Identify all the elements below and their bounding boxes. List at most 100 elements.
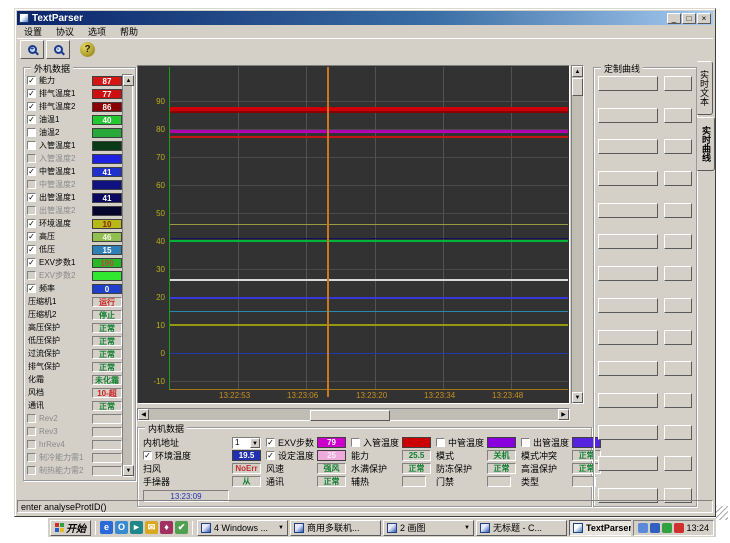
- vscroll-thumb[interactable]: [572, 78, 583, 96]
- signal-checkbox[interactable]: ✓: [27, 258, 36, 267]
- curve-slot-button[interactable]: [598, 393, 658, 408]
- zoom-out-button[interactable]: -: [46, 40, 70, 59]
- indoor-address-dropdown[interactable]: 1▼: [232, 437, 261, 449]
- folder-check-icon[interactable]: ✔: [175, 521, 188, 534]
- curve-slot-button[interactable]: [598, 266, 658, 281]
- indoor-checkbox[interactable]: ✓: [266, 451, 275, 460]
- minimize-button[interactable]: _: [667, 13, 681, 24]
- chart-vertical-scrollbar[interactable]: ▲ ▼: [571, 65, 584, 404]
- help-button[interactable]: ?: [80, 42, 95, 57]
- curve-value-button[interactable]: [664, 393, 692, 408]
- signal-checkbox[interactable]: [27, 271, 36, 280]
- key-icon[interactable]: ♦: [160, 521, 173, 534]
- tab-实时曲线[interactable]: 实时曲线: [697, 117, 715, 171]
- network-icon[interactable]: [650, 523, 660, 533]
- speaker-icon[interactable]: [638, 523, 648, 533]
- signal-checkbox[interactable]: ✓: [27, 219, 36, 228]
- curve-slot-button[interactable]: [598, 298, 658, 313]
- indoor-checkbox[interactable]: [351, 438, 360, 447]
- menu-item-2[interactable]: 协议: [49, 24, 81, 39]
- left-panel-scrollbar[interactable]: ▲ ▼: [122, 74, 133, 477]
- menu-item-3[interactable]: 选项: [81, 24, 113, 39]
- taskbar-button-5[interactable]: TextParser: [569, 520, 631, 536]
- scroll-left-icon[interactable]: ◀: [138, 409, 149, 420]
- chevron-down-icon[interactable]: ▼: [250, 438, 260, 448]
- signal-checkbox[interactable]: ✓: [27, 89, 36, 98]
- signal-checkbox[interactable]: ✓: [27, 193, 36, 202]
- scroll-up-icon[interactable]: ▲: [123, 75, 134, 86]
- signal-checkbox[interactable]: [27, 466, 36, 475]
- curve-value-button[interactable]: [664, 234, 692, 249]
- scroll-right-icon[interactable]: ▶: [558, 409, 569, 420]
- hscroll-thumb[interactable]: [310, 410, 390, 421]
- curve-slot-button[interactable]: [598, 108, 658, 123]
- resize-grip-icon[interactable]: [716, 506, 728, 520]
- signal-checkbox[interactable]: ✓: [27, 167, 36, 176]
- signal-checkbox[interactable]: [27, 141, 36, 150]
- signal-checkbox[interactable]: [27, 427, 36, 436]
- taskbar-button-1[interactable]: 4 Windows ...▼: [197, 520, 288, 536]
- curve-value-button[interactable]: [664, 266, 692, 281]
- signal-checkbox[interactable]: ✓: [27, 232, 36, 241]
- taskbar-button-2[interactable]: 商用多联机...: [290, 520, 381, 536]
- signal-checkbox[interactable]: ✓: [27, 115, 36, 124]
- menu-item-1[interactable]: 设置: [17, 24, 49, 39]
- ie-icon[interactable]: e: [100, 521, 113, 534]
- curve-value-button[interactable]: [664, 171, 692, 186]
- signal-checkbox[interactable]: [27, 414, 36, 423]
- curve-slot-button[interactable]: [598, 330, 658, 345]
- signal-checkbox[interactable]: [27, 440, 36, 449]
- taskbar-button-4[interactable]: 无标题 - C...: [476, 520, 567, 536]
- signal-checkbox[interactable]: [27, 154, 36, 163]
- curve-slot-button[interactable]: [598, 171, 658, 186]
- signal-checkbox[interactable]: [27, 180, 36, 189]
- tab-实时文本[interactable]: 实时文本: [697, 61, 713, 115]
- scroll-up-icon[interactable]: ▲: [572, 66, 583, 77]
- close-button[interactable]: ×: [697, 13, 711, 24]
- curve-value-button[interactable]: [664, 361, 692, 376]
- curve-value-button[interactable]: [664, 456, 692, 471]
- start-button[interactable]: 开始: [50, 520, 91, 536]
- curve-value-button[interactable]: [664, 108, 692, 123]
- signal-checkbox[interactable]: [27, 128, 36, 137]
- curve-value-button[interactable]: [664, 330, 692, 345]
- signal-checkbox[interactable]: ✓: [27, 245, 36, 254]
- curve-slot-button[interactable]: [598, 234, 658, 249]
- outlook-icon[interactable]: ✉: [145, 521, 158, 534]
- curve-slot-button[interactable]: [598, 456, 658, 471]
- curve-value-button[interactable]: [664, 203, 692, 218]
- indoor-checkbox[interactable]: ✓: [143, 451, 152, 460]
- signal-checkbox[interactable]: ✓: [27, 284, 36, 293]
- scroll-down-icon[interactable]: ▼: [123, 465, 134, 476]
- curve-slot-button[interactable]: [598, 361, 658, 376]
- curve-slot-button[interactable]: [598, 203, 658, 218]
- time-cursor[interactable]: [327, 67, 329, 397]
- curve-slot-button[interactable]: [598, 76, 658, 91]
- chart-horizontal-scrollbar[interactable]: ◀ ▶: [137, 408, 570, 421]
- signal-label: 中管温度2: [39, 179, 89, 190]
- indoor-checkbox[interactable]: [521, 438, 530, 447]
- globe-icon[interactable]: O: [115, 521, 128, 534]
- signal-checkbox[interactable]: ✓: [27, 76, 36, 85]
- indoor-checkbox[interactable]: [436, 438, 445, 447]
- signal-checkbox[interactable]: [27, 453, 36, 462]
- zoom-in-button[interactable]: +: [20, 40, 44, 59]
- signal-checkbox[interactable]: ✓: [27, 102, 36, 111]
- indoor-checkbox[interactable]: ✓: [266, 438, 275, 447]
- scroll-down-icon[interactable]: ▼: [572, 392, 583, 403]
- taskbar-button-3[interactable]: 2 画图▼: [383, 520, 474, 536]
- signal-checkbox[interactable]: [27, 206, 36, 215]
- curve-value-button[interactable]: [664, 76, 692, 91]
- curve-slot-button[interactable]: [598, 425, 658, 440]
- restore-button[interactable]: □: [682, 13, 696, 24]
- media-player-icon[interactable]: ►: [130, 521, 143, 534]
- title-bar[interactable]: TextParser _ □ ×: [17, 11, 713, 25]
- menu-item-4[interactable]: 帮助: [113, 24, 145, 39]
- curve-value-button[interactable]: [664, 425, 692, 440]
- curve-slot-button[interactable]: [598, 139, 658, 154]
- curve-value-button[interactable]: [664, 139, 692, 154]
- indoor-label: 能力: [351, 449, 369, 462]
- curve-value-button[interactable]: [664, 298, 692, 313]
- update-icon[interactable]: [674, 523, 684, 533]
- antivirus-icon[interactable]: [662, 523, 672, 533]
